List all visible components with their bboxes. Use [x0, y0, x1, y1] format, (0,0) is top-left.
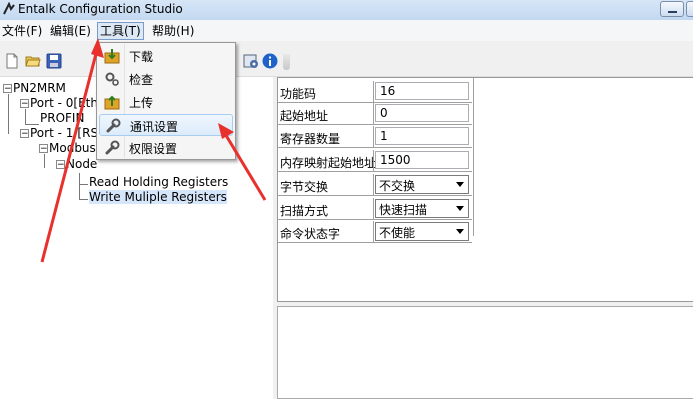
wrench-icon — [106, 118, 121, 133]
prop-label: 内存映射起始地址 — [280, 156, 377, 170]
function-code-input[interactable]: 16 — [375, 82, 469, 100]
window-title: Entalk Configuration Studio — [18, 2, 183, 16]
tree-node-node[interactable]: −Node — [56, 157, 97, 172]
prop-row-memory-map-start: 内存映射起始地址 1500 — [278, 150, 472, 172]
scan-mode-select[interactable]: 快速扫描 — [375, 199, 469, 218]
prop-row-byte-swap: 字节交换 不交换 — [278, 174, 472, 196]
prop-row-function-code: 功能码 16 — [278, 81, 472, 103]
open-folder-icon[interactable] — [25, 53, 41, 69]
command-status-select[interactable]: 不使能 — [375, 222, 469, 241]
property-grid: 功能码 16 起始地址 0 寄存器数量 1 内存映射起始地址 1500 字节交换… — [277, 77, 693, 302]
tree-node-port0[interactable]: −Port - 0[Eth — [20, 96, 98, 111]
collapse-toggle-icon[interactable]: − — [39, 144, 48, 154]
byte-swap-select[interactable]: 不交换 — [375, 175, 469, 194]
tree-connector — [44, 154, 45, 168]
prop-label: 扫描方式 — [280, 204, 329, 218]
prop-label: 功能码 — [280, 87, 317, 101]
tree-connector — [79, 173, 80, 200]
menu-item-communication-settings[interactable]: 通讯设置 — [99, 114, 233, 136]
register-count-input[interactable]: 1 — [375, 127, 469, 145]
info-icon[interactable] — [262, 53, 278, 69]
settings-icon[interactable] — [243, 53, 259, 69]
maximize-button[interactable] — [686, 1, 693, 17]
prop-row-start-address: 起始地址 0 — [278, 103, 472, 125]
collapse-toggle-icon[interactable]: − — [56, 160, 65, 170]
collapse-toggle-icon[interactable]: − — [3, 84, 12, 94]
collapse-toggle-icon[interactable]: − — [20, 99, 29, 109]
menu-item-download[interactable]: 下载 — [99, 45, 233, 67]
memory-map-start-input[interactable]: 1500 — [375, 151, 469, 169]
tree-node-profinet[interactable]: PROFIN — [40, 111, 84, 126]
prop-label: 起始地址 — [280, 109, 329, 123]
prop-row-command-status: 命令状态字 不使能 — [278, 221, 472, 243]
tree-connector — [79, 199, 88, 200]
download-icon — [104, 49, 120, 64]
tree-node-root[interactable]: −PN2MRM — [3, 81, 66, 96]
toolbar-overflow-grip[interactable] — [283, 54, 290, 70]
save-icon[interactable] — [46, 53, 62, 69]
tree-connector — [8, 94, 9, 134]
tree-node-read-holding[interactable]: Read Holding Registers — [89, 175, 228, 190]
wrench-icon — [105, 140, 120, 155]
menu-tools[interactable]: 工具(T) — [97, 22, 144, 40]
prop-row-register-count: 寄存器数量 1 — [278, 126, 472, 148]
tree-connector — [25, 124, 39, 125]
prop-label: 字节交换 — [280, 180, 329, 194]
tree-connector — [25, 109, 26, 124]
prop-label: 命令状态字 — [280, 227, 341, 241]
prop-row-scan-mode: 扫描方式 快速扫描 — [278, 198, 472, 220]
menu-item-upload[interactable]: 上传 — [99, 91, 233, 113]
prop-label: 寄存器数量 — [280, 132, 341, 146]
tools-dropdown-menu: 下载 检查 上传 通讯设置 权限设置 — [96, 42, 236, 160]
menu-edit[interactable]: 编辑(E) — [48, 23, 93, 39]
new-file-icon[interactable] — [4, 53, 20, 69]
menu-file[interactable]: 文件(F) — [0, 23, 44, 39]
minimize-button[interactable] — [660, 1, 684, 17]
dropdown-arrow-icon — [456, 229, 464, 234]
start-address-input[interactable]: 0 — [375, 104, 469, 122]
menu-item-permission-settings[interactable]: 权限设置 — [99, 137, 233, 159]
dropdown-arrow-icon — [456, 206, 464, 211]
dropdown-arrow-icon — [456, 182, 464, 187]
upload-icon — [104, 95, 120, 110]
menu-item-check[interactable]: 检查 — [99, 68, 233, 90]
tree-connector — [79, 184, 88, 185]
tree-node-write-multiple[interactable]: Write Muliple Registers — [89, 190, 227, 205]
tree-node-port1[interactable]: −Port - 1:[RS — [20, 126, 98, 141]
title-bar: Entalk Configuration Studio — [0, 0, 693, 20]
collapse-toggle-icon[interactable]: − — [20, 129, 29, 139]
menu-bar: 文件(F) 编辑(E) 工具(T) 帮助(H) — [0, 20, 693, 41]
tree-node-modbus[interactable]: −Modbus — [39, 141, 96, 156]
check-gears-icon — [105, 72, 119, 86]
output-pane — [277, 306, 693, 399]
menu-help[interactable]: 帮助(H) — [150, 23, 196, 39]
app-logo-icon — [3, 2, 15, 15]
